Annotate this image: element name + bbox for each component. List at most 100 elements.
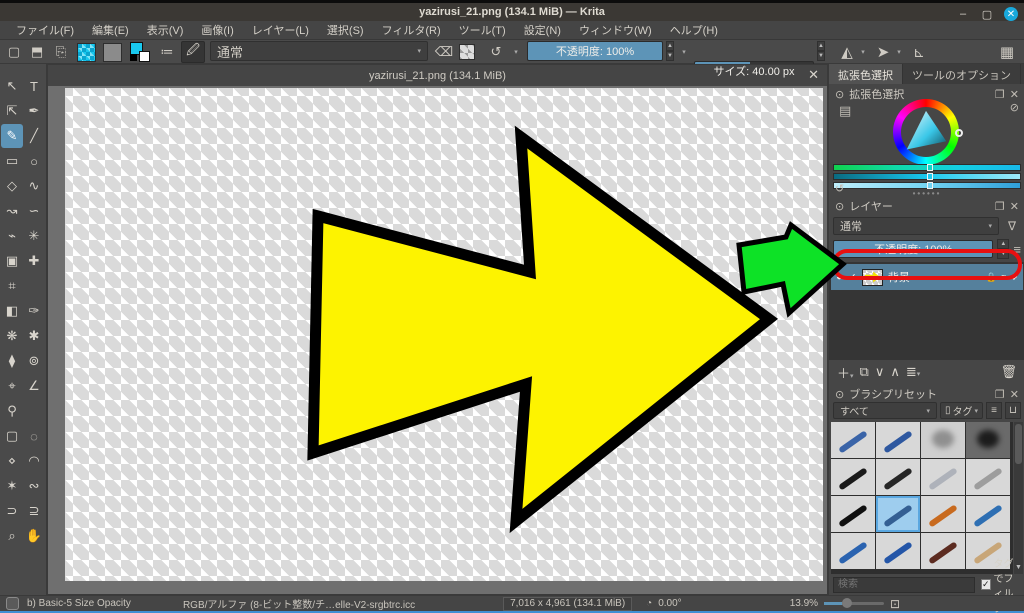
bezier-selection-tool-icon[interactable]: ∾ <box>23 474 45 498</box>
toolbar-overflow-icon[interactable]: ▾ <box>510 41 522 63</box>
save-icon[interactable]: ⎘ <box>51 41 71 63</box>
foreground-background-colors[interactable] <box>130 41 150 63</box>
layer-filter-icon[interactable]: ∇ <box>1003 219 1021 233</box>
freehand-selection-tool-icon[interactable]: ◠ <box>23 449 45 473</box>
pan-tool-icon[interactable]: ✋ <box>23 524 45 548</box>
opacity-spinner[interactable]: ▲▼ <box>664 41 676 61</box>
contiguous-selection-tool-icon[interactable]: ⊇ <box>23 499 45 523</box>
menu-item[interactable]: ウィンドウ(W) <box>571 20 660 40</box>
color-sampler-tool-icon[interactable]: ✑ <box>23 299 45 323</box>
reference-images-tool-icon[interactable]: ⚲ <box>1 399 23 423</box>
gradient-swatch[interactable] <box>77 41 96 63</box>
layer-lock-icon[interactable]: 🔒 <box>986 272 997 283</box>
delete-layer-button[interactable]: 🗑 <box>1000 364 1017 380</box>
brush-preset-airbrush-pressure[interactable] <box>966 422 1010 458</box>
measure-tool-icon[interactable]: ∠ <box>23 374 45 398</box>
rectangular-selection-tool-icon[interactable]: ▢ <box>1 424 23 448</box>
layer-options-menu-icon[interactable]: ≡ <box>1013 242 1021 257</box>
minimize-button[interactable]: – <box>956 7 970 21</box>
smart-patch-tool-icon[interactable]: ❋ <box>1 324 23 348</box>
menu-item[interactable]: 編集(E) <box>84 20 137 40</box>
eraser-mode-icon[interactable]: ⌫ <box>434 41 454 63</box>
layer-opacity-spinner[interactable]: ▲▼ <box>997 239 1009 259</box>
mirror-horizontal-icon[interactable]: ◭ <box>836 41 858 63</box>
menu-item[interactable]: 表示(V) <box>139 20 192 40</box>
tag-button[interactable]: ▯ タグ▾ <box>940 402 983 419</box>
colorize-mask-tool-icon[interactable]: ✱ <box>23 324 45 348</box>
menu-item[interactable]: 選択(S) <box>319 20 372 40</box>
new-document-icon[interactable]: ▢ <box>4 41 24 63</box>
workspace-chooser-icon[interactable]: ▦ <box>996 41 1018 63</box>
magnetic-selection-tool-icon[interactable]: ⊃ <box>1 499 23 523</box>
brush-preset-ink-ballpen[interactable] <box>921 459 965 495</box>
ellipse-tool-icon[interactable]: ○ <box>23 149 45 173</box>
brush-tag-dropdown[interactable]: すべて ▾ <box>833 402 937 419</box>
layer-visibility-icon[interactable]: ◕ <box>836 271 843 283</box>
brush-preset-pencil-2b[interactable] <box>966 496 1010 532</box>
trim-to-image-icon[interactable]: ⊾ <box>908 41 930 63</box>
assistants-tool-icon[interactable]: ⌖ <box>1 374 23 398</box>
polyline-tool-icon[interactable]: ∿ <box>23 174 45 198</box>
brush-preset-pencil-4b[interactable] <box>876 533 920 569</box>
freehand-path-tool-icon[interactable]: ∽ <box>23 199 45 223</box>
move-layer-up-button[interactable]: ∧ <box>890 364 900 380</box>
brush-presets-icon[interactable]: ≔ <box>157 41 177 63</box>
layer-properties-button[interactable]: ≣▾ <box>906 364 920 380</box>
mirror-horizontal-dropdown-icon[interactable]: ▾ <box>858 41 868 63</box>
color-history-icon[interactable]: ↺ <box>835 182 844 195</box>
brush-preset-ink-brush-25[interactable] <box>966 459 1010 495</box>
opacity-dropdown-icon[interactable]: ▾ <box>678 41 690 63</box>
docker-lock-icon[interactable]: ⊙ <box>835 88 844 101</box>
menu-item[interactable]: ツール(T) <box>451 20 514 40</box>
edit-brush-settings-icon[interactable]: 🖉 <box>181 41 205 63</box>
edit-shapes-tool-icon[interactable]: ⇱ <box>1 99 23 123</box>
gradient-tool-icon[interactable]: ◧ <box>1 299 23 323</box>
text-tool-icon[interactable]: T <box>23 74 45 98</box>
brush-preset-eraser-small[interactable] <box>831 422 875 458</box>
rectangle-tool-icon[interactable]: ▭ <box>1 149 23 173</box>
menu-item[interactable]: 設定(N) <box>516 20 569 40</box>
brush-preview-icon[interactable] <box>6 597 19 610</box>
close-docker-icon[interactable]: ✕ <box>1010 388 1019 401</box>
blending-mode-dropdown[interactable]: 通常 ▾ <box>210 41 428 61</box>
panel-drag-handle[interactable]: •••••• <box>913 189 942 198</box>
brush-grid-scrollbar[interactable]: ▼ <box>1014 422 1023 574</box>
calligraphy-tool-icon[interactable]: ✒ <box>23 99 45 123</box>
brush-preset-eraser-soft[interactable] <box>876 422 920 458</box>
move-layer-down-button[interactable]: ∨ <box>875 364 885 380</box>
hue-bar[interactable] <box>833 164 1021 171</box>
brush-search-input[interactable] <box>833 577 975 593</box>
docker-tab[interactable]: ツールのオプション <box>903 64 1021 84</box>
menu-item[interactable]: レイヤー(L) <box>244 20 317 40</box>
menu-item[interactable]: ヘルプ(H) <box>662 20 726 40</box>
brush-preset-bristles-hairy[interactable] <box>921 496 965 532</box>
color-settings-icon[interactable]: ▤ <box>839 103 851 119</box>
layer-enabled-check[interactable]: ✓ <box>848 271 857 284</box>
crop-tool-icon[interactable]: ⌗ <box>1 274 23 298</box>
bezier-curve-tool-icon[interactable]: ↝ <box>1 199 23 223</box>
menu-item[interactable]: フィルタ(R) <box>374 20 449 40</box>
fill-tool-icon[interactable]: ⧫ <box>1 349 23 373</box>
rotation-icon[interactable]: ◔ <box>646 598 652 609</box>
docker-lock-icon[interactable]: ⊙ <box>835 388 844 401</box>
brush-preset-pencil-hb[interactable] <box>831 533 875 569</box>
zoom-slider[interactable] <box>824 602 884 605</box>
pattern-swatch[interactable] <box>103 41 122 63</box>
statusbar-image-dimensions[interactable]: 7,016 x 4,961 (134.1 MiB) <box>503 597 632 611</box>
brush-preset-pencil-soft[interactable] <box>921 533 965 569</box>
hue-handle[interactable] <box>955 129 963 137</box>
preserve-alpha-icon[interactable] <box>459 41 475 63</box>
polygon-tool-icon[interactable]: ◇ <box>1 174 23 198</box>
move-tool-icon[interactable]: ✚ <box>23 249 45 273</box>
maximize-button[interactable]: ▢ <box>980 7 994 21</box>
layer-blend-mode-dropdown[interactable]: 通常 ▾ <box>833 217 999 235</box>
menu-item[interactable]: 画像(I) <box>193 20 241 40</box>
brush-preset-ink-pen[interactable] <box>831 496 875 532</box>
brush-preset-ink-pen-rough[interactable] <box>876 459 920 495</box>
dynamic-brush-tool-icon[interactable]: ⌁ <box>1 224 23 248</box>
polygonal-selection-tool-icon[interactable]: ⋄ <box>1 449 23 473</box>
float-docker-icon[interactable]: ❐ <box>995 200 1005 213</box>
brush-preset-basic-5-size-opacity[interactable] <box>876 496 920 532</box>
float-docker-icon[interactable]: ❐ <box>995 88 1005 101</box>
menu-item[interactable]: ファイル(F) <box>8 20 82 40</box>
